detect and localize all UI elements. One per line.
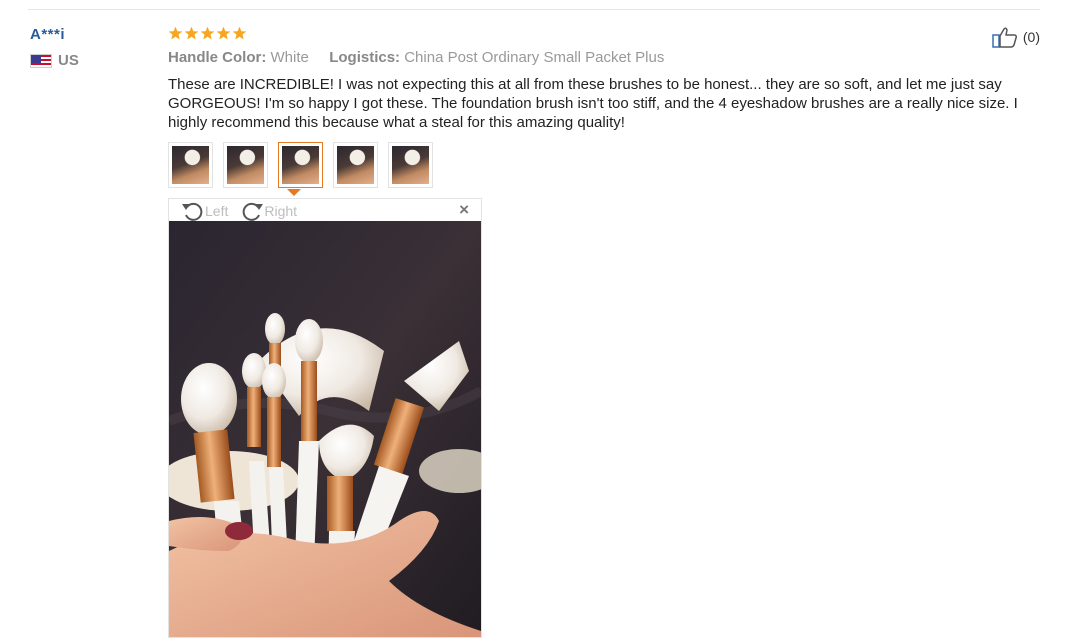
photo-thumbnail[interactable] [223, 142, 268, 188]
thumbs-up-icon [992, 27, 1017, 48]
close-viewer-button[interactable]: × [459, 201, 469, 219]
reviewer-info: A***i US [30, 26, 150, 69]
review-text: These are INCREDIBLE! I was not expectin… [168, 76, 1018, 131]
star-icon [216, 26, 231, 40]
review-body: Handle Color: White Logistics: China Pos… [168, 26, 1040, 132]
photo-thumbnail[interactable] [168, 142, 213, 188]
us-flag-icon [30, 53, 52, 68]
star-icon [200, 26, 215, 40]
photo-thumbnails [168, 142, 433, 188]
viewer-toolbar: Left Right × [169, 199, 481, 222]
review-photo [169, 221, 481, 637]
photo-viewer: Left Right × [168, 198, 482, 638]
country-code: US [58, 52, 79, 69]
rotate-right-button[interactable]: Right [240, 201, 297, 221]
star-rating [168, 26, 1040, 42]
like-count: (0) [1022, 29, 1040, 45]
handle-color-value: White [270, 49, 309, 66]
logistics-value: China Post Ordinary Small Packet Plus [404, 49, 665, 66]
reviewer-name: A***i [30, 26, 66, 43]
reviewer-country: US [30, 52, 150, 69]
rotate-left-button[interactable]: Left [181, 201, 228, 221]
star-icon [168, 26, 183, 40]
product-attributes: Handle Color: White Logistics: China Pos… [168, 49, 1040, 66]
rotate-left-icon [182, 202, 203, 221]
rotate-right-label: Right [264, 202, 298, 219]
photo-thumbnail-selected[interactable] [278, 142, 323, 188]
star-icon [184, 26, 199, 40]
rotate-right-icon [243, 202, 264, 221]
selected-thumbnail-pointer [287, 189, 301, 196]
handle-color-label: Handle Color: [168, 49, 267, 66]
photo-thumbnail[interactable] [388, 142, 433, 188]
rotate-left-label: Left [205, 202, 229, 219]
logistics-label: Logistics: [329, 49, 401, 66]
photo-thumbnail[interactable] [333, 142, 378, 188]
star-icon [232, 26, 247, 40]
helpful-button[interactable]: (0) [992, 26, 1040, 48]
divider [28, 9, 1040, 10]
